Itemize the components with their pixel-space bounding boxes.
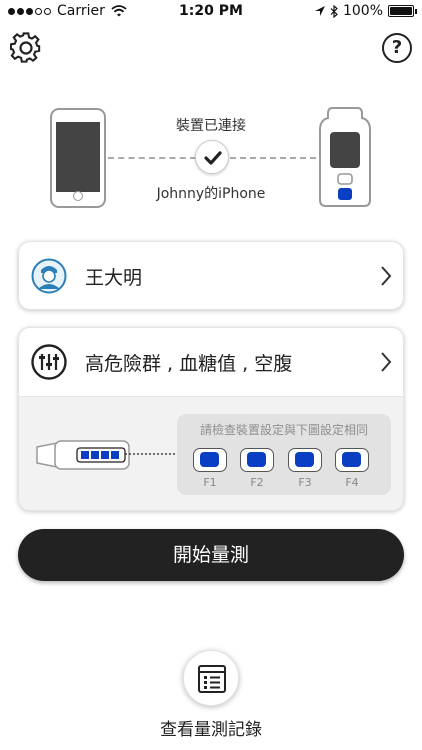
switch-f2 xyxy=(240,448,274,472)
measurement-mode-card: 高危險群 , 血糖值 , 空腹 請檢查裝置設定與下圖設定相同 F1 F2 F3 … xyxy=(18,327,404,511)
settings-hint: 請檢查裝置設定與下圖設定相同 xyxy=(199,423,368,437)
battery-label: 100% xyxy=(342,3,383,19)
user-name: 王大明 xyxy=(85,267,143,289)
user-avatar-icon xyxy=(31,258,67,294)
connected-check-icon xyxy=(195,140,229,174)
measurement-mode-row[interactable]: 高危險群 , 血糖值 , 空腹 xyxy=(19,328,403,397)
start-measurement-button[interactable]: 開始量測 xyxy=(18,529,404,581)
switch-label: F2 xyxy=(250,476,264,489)
measurement-mode-label: 高危險群 , 血糖值 , 空腹 xyxy=(85,353,293,375)
chevron-right-icon xyxy=(381,266,392,286)
records-list-icon xyxy=(198,665,226,693)
switch-settings-box: 請檢查裝置設定與下圖設定相同 F1 F2 F3 F4 xyxy=(177,414,391,495)
location-icon xyxy=(314,5,325,16)
gear-icon[interactable] xyxy=(10,32,42,64)
device-settings-panel: 請檢查裝置設定與下圖設定相同 F1 F2 F3 F4 xyxy=(19,396,403,510)
meter-side-illustration xyxy=(36,440,130,470)
chevron-right-icon xyxy=(381,352,392,372)
view-records-button[interactable] xyxy=(183,650,239,706)
status-bar: Carrier 1:20 PM 100% xyxy=(0,0,422,24)
help-button[interactable]: ? xyxy=(382,33,412,63)
battery-icon xyxy=(388,5,417,17)
switch-label: F1 xyxy=(203,476,217,489)
user-card[interactable]: 王大明 xyxy=(18,241,404,310)
connection-line-right xyxy=(230,157,316,159)
bluetooth-icon xyxy=(330,4,338,18)
switch-f3 xyxy=(288,448,322,472)
glucometer-illustration xyxy=(319,107,371,207)
view-records-label[interactable]: 查看量測記錄 xyxy=(0,715,422,740)
switch-label: F3 xyxy=(298,476,312,489)
connection-panel: 裝置已連接 Johnny的iPhone xyxy=(0,100,422,215)
switch-label: F4 xyxy=(345,476,359,489)
connection-line-left xyxy=(108,157,196,159)
switch-f4 xyxy=(335,448,369,472)
sliders-icon xyxy=(31,344,67,380)
switch-f1 xyxy=(193,448,227,472)
